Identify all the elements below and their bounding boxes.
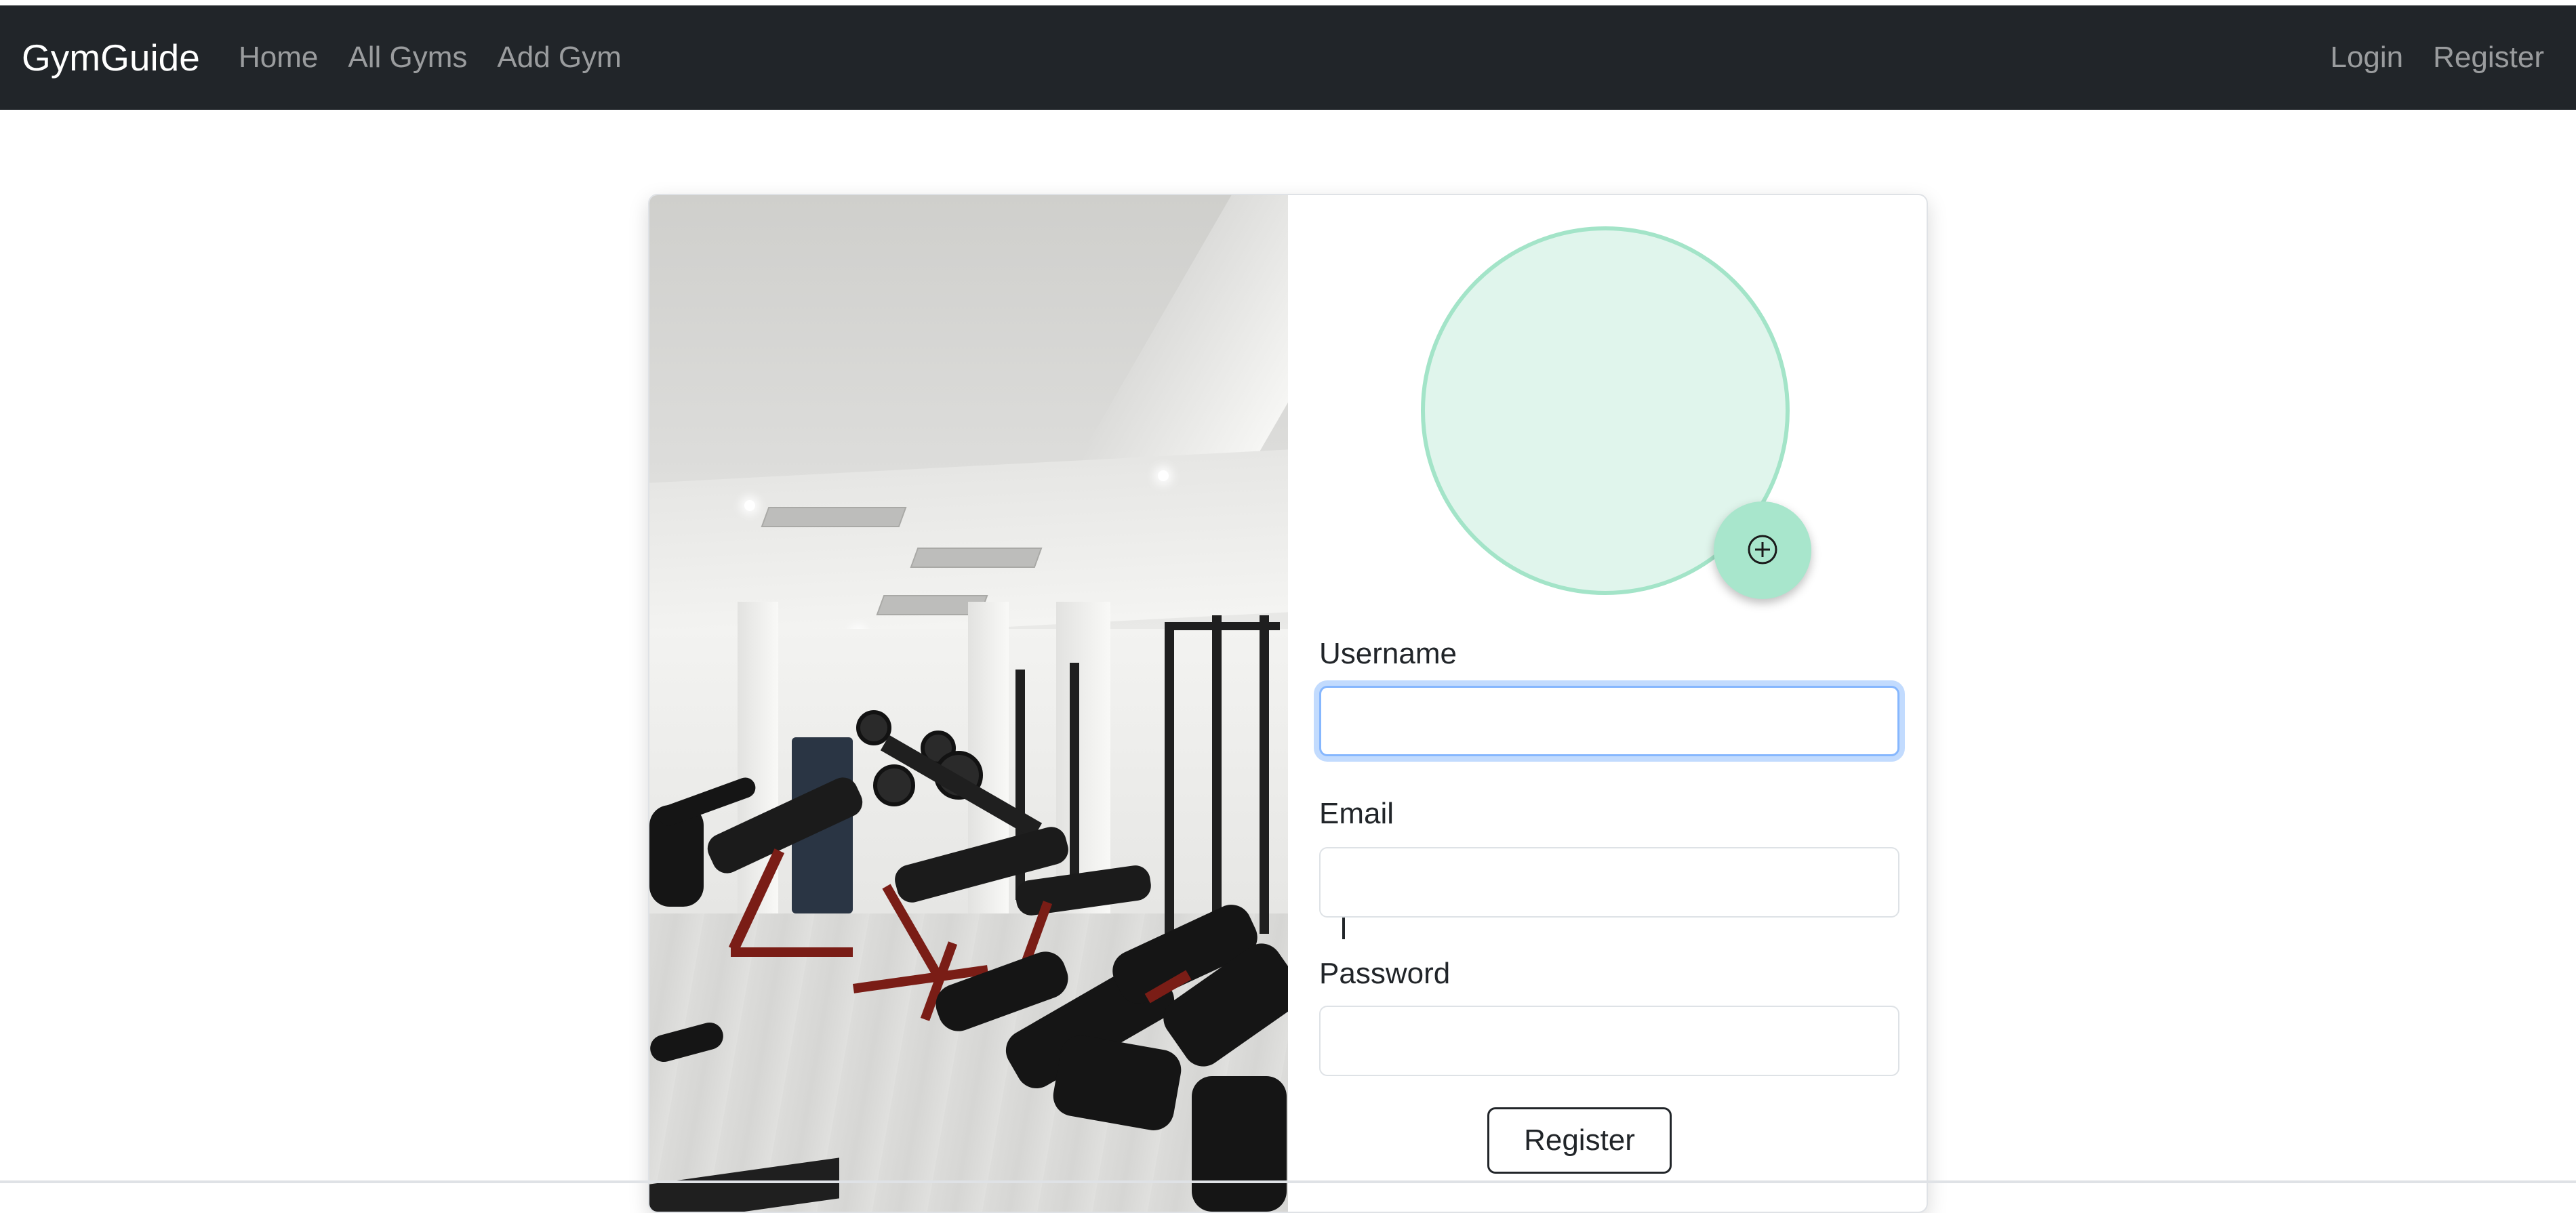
brand-logo[interactable]: GymGuide [22, 36, 200, 79]
photo-bike [1192, 1076, 1287, 1212]
nav-link-register[interactable]: Register [2433, 41, 2544, 75]
password-label: Password [1319, 957, 1451, 990]
photo-vent [910, 548, 1043, 568]
username-input[interactable] [1319, 686, 1899, 756]
nav-left-links: Home All Gyms Add Gym [239, 41, 622, 75]
nav-link-all-gyms[interactable]: All Gyms [348, 41, 467, 75]
nav-link-home[interactable]: Home [239, 41, 318, 75]
plus-circle-icon [1746, 533, 1779, 568]
nav-link-login[interactable]: Login [2330, 41, 2403, 75]
photo-rack [1165, 622, 1280, 630]
photo-rack [1260, 615, 1269, 934]
register-card: Username Email Password Register [648, 194, 1928, 1213]
nav-link-add-gym[interactable]: Add Gym [497, 41, 621, 75]
photo-rack [1212, 615, 1222, 934]
username-label: Username [1319, 637, 1457, 670]
register-submit-button[interactable]: Register [1487, 1107, 1672, 1174]
photo-weight-plate [873, 764, 915, 806]
password-input[interactable] [1319, 1006, 1899, 1076]
navbar: GymGuide Home All Gyms Add Gym Login Reg… [0, 5, 2576, 110]
photo-bench-leg [731, 947, 853, 957]
gym-photo [649, 195, 1288, 1212]
email-input[interactable] [1319, 847, 1899, 918]
photo-light [1158, 470, 1169, 481]
bottom-border [0, 1180, 2576, 1183]
photo-rack [1165, 622, 1174, 934]
top-strip [0, 0, 2576, 5]
add-photo-button[interactable] [1714, 501, 1811, 599]
photo-light [744, 500, 755, 511]
email-label: Email [1319, 797, 1394, 830]
nav-right-links: Login Register [2330, 41, 2544, 75]
register-form: Username Email Password Register [1288, 195, 1927, 1212]
photo-vent [761, 507, 907, 527]
photo-rack [1070, 663, 1079, 900]
